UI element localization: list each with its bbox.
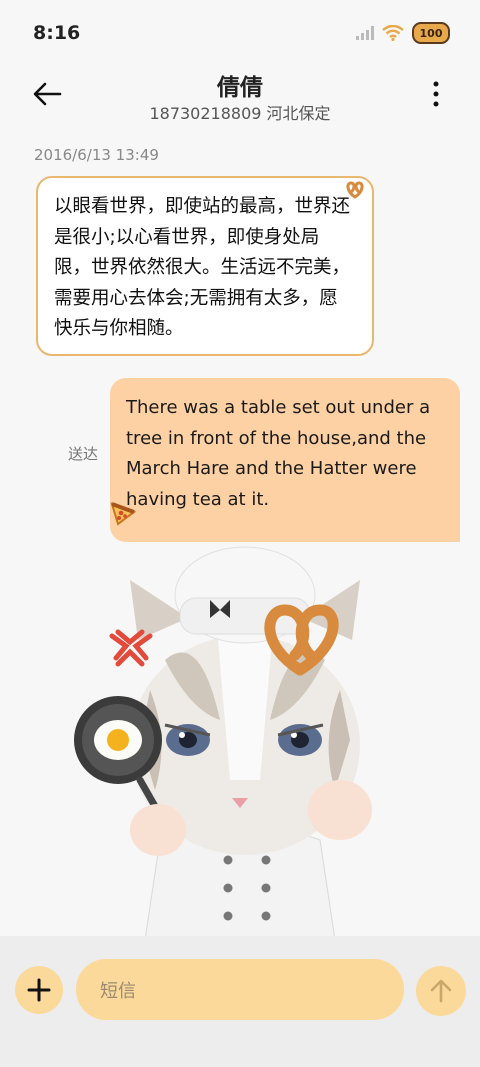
conversation-header: 倩倩 18730218809 河北保定: [0, 64, 480, 134]
message-input[interactable]: 短信: [76, 959, 404, 1020]
pretzel-icon: [346, 181, 364, 199]
battery-indicator: 100: [412, 22, 450, 44]
status-time: 8:16: [33, 22, 81, 44]
more-options-button[interactable]: [428, 80, 444, 110]
incoming-message-bubble[interactable]: 以眼看世界，即使站的最高，世界还是很小;以心看世界，即使身处局限，世界依然很大。…: [36, 176, 374, 356]
status-icons: 100: [356, 22, 450, 44]
outgoing-message-bubble[interactable]: There was a table set out under a tree i…: [110, 378, 460, 542]
chef-cat-sticker: [74, 546, 372, 940]
attach-button[interactable]: [15, 966, 63, 1014]
send-button[interactable]: [416, 966, 466, 1016]
delivery-status: 送达: [68, 445, 99, 463]
contact-info: 18730218809 河北保定: [149, 104, 331, 123]
wifi-icon: [382, 25, 404, 41]
pizza-icon: [110, 502, 136, 526]
plus-icon: [27, 978, 51, 1002]
incoming-message-text: 以眼看世界，即使站的最高，世界还是很小;以心看世界，即使身处局限，世界依然很大。…: [54, 196, 351, 339]
status-bar: 8:16 100: [0, 0, 480, 64]
signal-icon: [356, 26, 374, 40]
message-timestamp: 2016/6/13 13:49: [34, 146, 159, 164]
more-vertical-icon: [433, 81, 439, 107]
outgoing-message-text: There was a table set out under a tree i…: [126, 397, 431, 510]
contact-name: 倩倩: [217, 75, 263, 101]
arrow-up-icon: [430, 979, 452, 1003]
